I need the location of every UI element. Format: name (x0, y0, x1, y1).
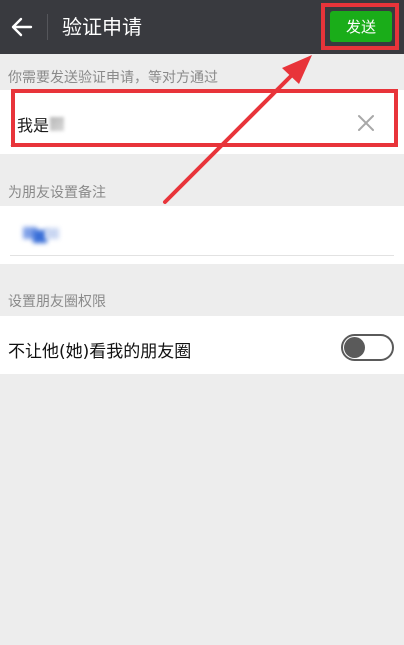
moments-section-label: 设置朋友圈权限 (8, 294, 106, 310)
request-section-label: 你需要发送验证申请，等对方通过 (8, 70, 218, 86)
remark-underline (10, 255, 394, 256)
back-button[interactable] (0, 0, 44, 54)
request-input-highlight (11, 89, 398, 147)
blurred-remark-part (45, 228, 59, 239)
toggle-knob (344, 337, 365, 358)
remark-section-label: 为朋友设置备注 (8, 185, 106, 201)
hide-moments-label: 不让他(她)看我的朋友圈 (8, 342, 192, 362)
page-title: 验证申请 (62, 15, 142, 39)
remark-input[interactable] (15, 224, 63, 246)
hide-moments-toggle[interactable] (341, 334, 394, 361)
arrow-left-icon (11, 17, 33, 37)
send-button[interactable]: 发送 (330, 11, 392, 42)
header-divider (47, 14, 48, 40)
